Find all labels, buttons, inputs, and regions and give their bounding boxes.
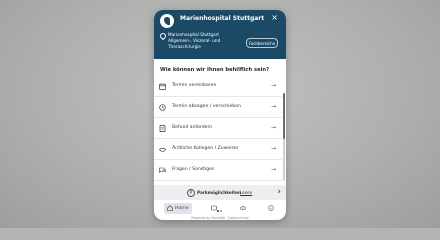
departments-button[interactable]: Fachbereiche [246, 38, 278, 48]
address-line: Thoraxchirurgie [168, 44, 202, 49]
menu-item-label: Ärztliche Kollegen / Zuweiser [172, 146, 239, 151]
document-icon [159, 125, 166, 132]
widget-header: Marienhospital Stuttgart × Marienhospita… [154, 10, 286, 59]
widget-title: Marienhospital Stuttgart [180, 15, 265, 22]
menu-item-appointment[interactable]: Termin vereinbaren → [154, 76, 282, 97]
reschedule-icon [159, 104, 166, 111]
nav-info-tab[interactable] [267, 203, 275, 214]
arrow-right-icon: → [270, 166, 276, 173]
menu-item-label: Befund anfordern [172, 125, 213, 130]
scrollbar-thumb[interactable] [283, 93, 285, 139]
footer-text: Powered by Doctolib · Datenschutz [191, 216, 249, 220]
next-slide-chevron-icon[interactable]: › [277, 187, 281, 197]
menu-item-label: Termin vereinbaren [172, 83, 217, 88]
arrow-right-icon: → [270, 82, 276, 89]
menu-item-referrers[interactable]: Ärztliche Kollegen / Zuweiser → [154, 139, 282, 160]
arrow-right-icon: → [270, 103, 276, 110]
message-icon [211, 205, 217, 211]
parking-label: Parkmöglichkeiten [197, 190, 241, 195]
location-pin-icon [158, 31, 168, 41]
address-block: Marienhospital Stuttgart Allgemein-, Vis… [168, 32, 220, 50]
cloud-upload-icon [240, 205, 246, 210]
contact-widget: Marienhospital Stuttgart × Marienhospita… [154, 10, 286, 220]
nav-home-label: Home [175, 206, 189, 211]
arrow-right-icon: → [270, 145, 276, 152]
parking-read-link[interactable]: Lesen [240, 190, 252, 195]
menu-item-questions[interactable]: Fragen / Sonstiges → [154, 160, 282, 181]
bottom-navigation: Home [154, 201, 286, 216]
calendar-icon [159, 83, 166, 90]
chat-icon [159, 167, 166, 174]
home-icon [167, 205, 173, 213]
menu-item-label: Fragen / Sonstiges [172, 167, 215, 172]
nav-messages-tab[interactable] [210, 203, 218, 214]
close-icon[interactable]: × [271, 14, 278, 22]
nav-upload-tab[interactable] [239, 203, 247, 214]
info-icon [268, 205, 274, 211]
menu-item-reschedule[interactable]: Termin absagen / verschieben → [154, 97, 282, 118]
handshake-icon [159, 146, 166, 153]
help-question-heading: Wie können wir Ihnen behilflich sein? [160, 67, 270, 73]
arrow-right-icon: → [270, 124, 276, 131]
hospital-logo [160, 14, 174, 28]
menu-item-findings[interactable]: Befund anfordern → [154, 118, 282, 139]
parking-icon: P [187, 189, 195, 197]
parking-banner: P Parkmöglichkeiten Lesen › [154, 185, 286, 212]
menu-item-label: Termin absagen / verschieben [172, 104, 241, 109]
nav-home-tab[interactable]: Home [164, 203, 192, 214]
